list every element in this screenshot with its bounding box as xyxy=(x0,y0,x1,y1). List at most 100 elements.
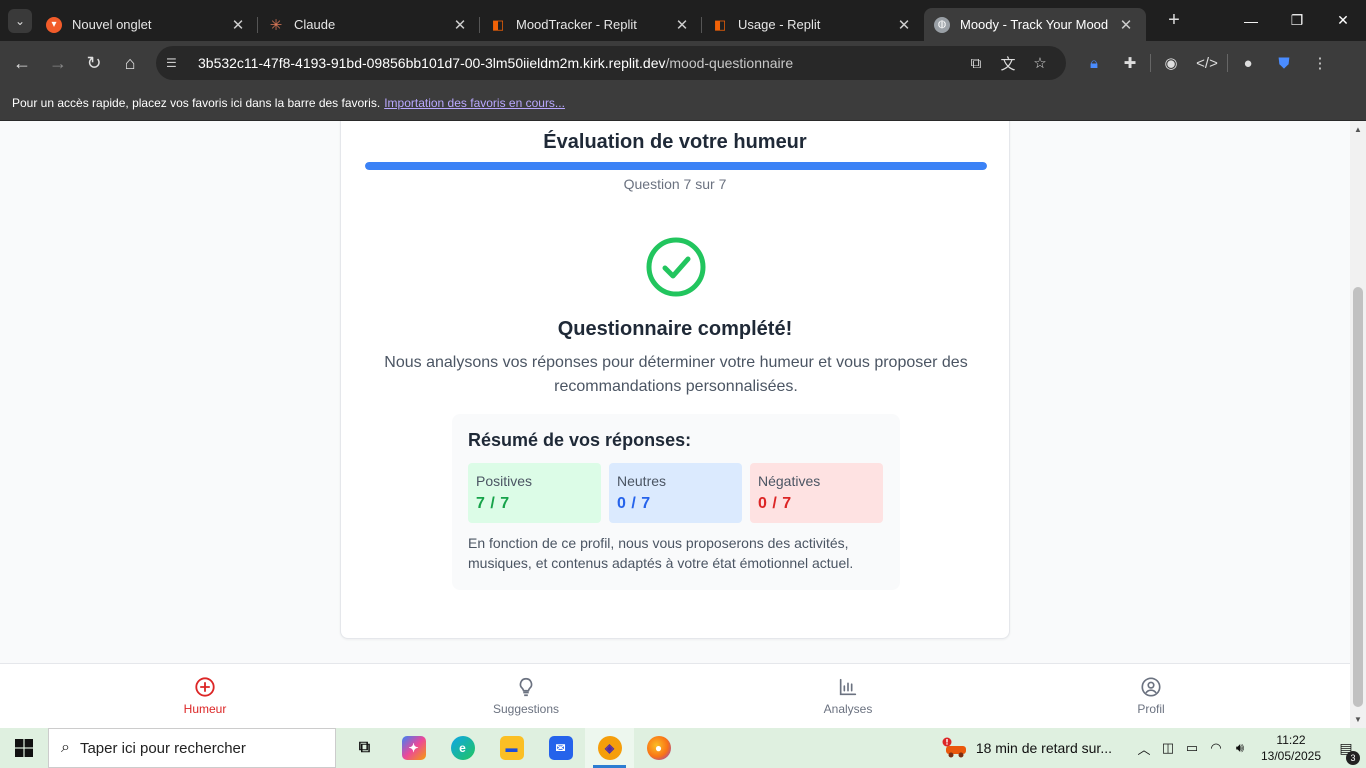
weather-widget[interactable]: 18 min de retard sur... xyxy=(942,737,1112,759)
window-controls: — ❐ ✕ xyxy=(1228,0,1366,41)
summary-panel: Résumé de vos réponses: Positives 7 / 7 … xyxy=(452,414,900,590)
volume-icon[interactable]: 🔊︎ xyxy=(1228,740,1252,756)
close-window-icon[interactable]: ✕ xyxy=(1320,0,1366,41)
new-tab-button[interactable]: + xyxy=(1160,9,1188,32)
task-view-button[interactable]: ⧉ xyxy=(340,728,389,768)
positive-value: 7 / 7 xyxy=(476,495,510,512)
url-path: /mood-questionnaire xyxy=(665,55,794,71)
bookmark-star-icon[interactable]: ☆ xyxy=(1024,54,1056,72)
folder-icon: ▬ xyxy=(499,736,524,760)
page-scrollbar[interactable]: ▲ ▼ xyxy=(1350,121,1366,728)
tab-title: Claude xyxy=(294,17,336,32)
toolbar-divider xyxy=(1150,54,1151,72)
user-circle-icon xyxy=(1141,677,1161,697)
bookmarks-import-link[interactable]: Importation des favoris en cours... xyxy=(384,96,565,110)
shield-icon[interactable]: ⛊ xyxy=(1266,55,1302,72)
tab-claude[interactable]: ✳ Claude ✕ xyxy=(258,8,480,41)
devtools-icon[interactable]: </> xyxy=(1189,55,1225,72)
search-icon: ⌕ xyxy=(61,739,70,756)
scroll-down-icon[interactable]: ▼ xyxy=(1354,715,1362,724)
windows-taskbar: ⌕ Taper ici pour rechercher ⧉ ✦ e ▬ ✉ ◈ … xyxy=(0,728,1366,768)
wifi-icon[interactable]: ◠ xyxy=(1204,740,1228,756)
firefox-app[interactable]: ● xyxy=(634,728,683,768)
url-text: 3b532c11-47f8-4193-91bd-09856bb101d7-00-… xyxy=(198,55,960,71)
scrollbar-thumb[interactable] xyxy=(1353,287,1363,707)
scroll-up-icon[interactable]: ▲ xyxy=(1354,125,1362,134)
file-explorer-app[interactable]: ▬ xyxy=(487,728,536,768)
home-icon[interactable]: ⌂ xyxy=(112,45,148,81)
tab-title: Usage - Replit xyxy=(738,17,821,32)
profile-icon[interactable]: ● xyxy=(1230,55,1266,72)
replit-icon: ◧ xyxy=(491,16,505,32)
meet-icon[interactable]: ◫ xyxy=(1156,740,1180,756)
copilot-app[interactable]: ✦ xyxy=(389,728,438,768)
reload-icon[interactable]: ↻ xyxy=(76,45,112,81)
completed-description: Nous analysons vos réponses pour détermi… xyxy=(384,354,968,395)
clock-time: 11:22 xyxy=(1276,733,1306,747)
incognito-icon[interactable]: ◉ xyxy=(1153,54,1189,72)
tab-moody[interactable]: ◍ Moody - Track Your Mood ✕ xyxy=(924,8,1146,41)
nav-item-profil[interactable]: Profil xyxy=(1071,676,1231,716)
close-icon[interactable]: ✕ xyxy=(1116,16,1136,34)
forward-arrow-icon[interactable]: → xyxy=(40,45,76,81)
password-manager-icon[interactable]: 🔒︎ xyxy=(1076,55,1112,72)
summary-stats: Positives 7 / 7 Neutres 0 / 7 Négatives … xyxy=(468,463,884,523)
tab-strip: ▾ Nouvel onglet ✕ ✳ Claude ✕ ◧ MoodTrack… xyxy=(36,0,1146,41)
weather-text: 18 min de retard sur... xyxy=(975,740,1112,756)
open-in-app-icon[interactable]: ⧉ xyxy=(960,55,992,72)
check-circle-icon xyxy=(646,237,706,297)
search-placeholder: Taper ici pour rechercher xyxy=(79,739,246,757)
page-viewport: Évaluation de votre humeur Question 7 su… xyxy=(0,121,1366,728)
nav-label: Profil xyxy=(1137,702,1165,716)
taskbar-clock[interactable]: 11:22 13/05/2025 xyxy=(1256,732,1326,764)
back-arrow-icon[interactable]: ← xyxy=(4,45,40,81)
close-icon[interactable]: ✕ xyxy=(450,16,470,34)
brave-app[interactable]: ◈ xyxy=(585,728,634,768)
close-icon[interactable]: ✕ xyxy=(894,16,914,34)
battery-icon[interactable]: ▭ xyxy=(1180,740,1204,756)
url-input[interactable]: ☰ 3b532c11-47f8-4193-91bd-09856bb101d7-0… xyxy=(156,46,1066,80)
nav-item-suggestions[interactable]: Suggestions xyxy=(446,676,606,716)
chevron-up-icon[interactable]: ︿ xyxy=(1132,739,1156,758)
nav-label: Analyses xyxy=(823,702,873,716)
summary-title: Résumé de vos réponses: xyxy=(468,430,692,450)
edge-app[interactable]: e xyxy=(438,728,487,768)
start-button[interactable] xyxy=(0,728,48,768)
tab-search-button[interactable]: ⌄ xyxy=(8,8,32,33)
nav-item-humeur[interactable]: Humeur xyxy=(125,676,285,716)
task-view-icon: ⧉ xyxy=(358,739,371,756)
browser-tab-bar: ⌄ ▾ Nouvel onglet ✕ ✳ Claude ✕ ◧ MoodTra… xyxy=(0,0,1366,41)
translate-icon[interactable]: 文 xyxy=(992,53,1024,74)
more-menu-icon[interactable]: ⋮ xyxy=(1302,54,1338,72)
minimize-icon[interactable]: — xyxy=(1228,0,1274,41)
mail-app[interactable]: ✉ xyxy=(536,728,585,768)
edge-icon: e xyxy=(450,736,475,760)
claude-icon: ✳ xyxy=(269,16,283,34)
mail-icon: ✉ xyxy=(548,736,573,760)
questionnaire-card: Évaluation de votre humeur Question 7 su… xyxy=(340,121,1010,639)
plus-circle-icon xyxy=(195,677,215,697)
tab-nouvel-onglet[interactable]: ▾ Nouvel onglet ✕ xyxy=(36,8,258,41)
tab-usage-replit[interactable]: ◧ Usage - Replit ✕ xyxy=(702,8,924,41)
nav-item-analyses[interactable]: Analyses xyxy=(768,676,928,716)
close-icon[interactable]: ✕ xyxy=(672,16,692,34)
replit-icon: ◧ xyxy=(713,16,727,32)
firefox-icon: ● xyxy=(646,736,671,760)
completed-title: Questionnaire complété! xyxy=(557,318,793,340)
neutral-value: 0 / 7 xyxy=(617,495,651,512)
notification-center-button[interactable]: ▤ 3 xyxy=(1326,740,1366,765)
tab-title: Nouvel onglet xyxy=(72,17,152,32)
taskbar-apps: ⧉ ✦ e ▬ ✉ ◈ ● xyxy=(340,728,683,768)
bottom-navigation: Humeur Suggestions Analyses Profil xyxy=(0,663,1350,728)
chevron-down-icon: ⌄ xyxy=(14,13,26,28)
extensions-icon[interactable]: ✚ xyxy=(1112,54,1148,72)
close-icon[interactable]: ✕ xyxy=(228,16,248,34)
brave-icon: ◈ xyxy=(597,736,622,760)
notification-badge: 3 xyxy=(1346,750,1360,765)
bookmarks-hint: Pour un accès rapide, placez vos favoris… xyxy=(12,95,381,110)
taskbar-search-input[interactable]: ⌕ Taper ici pour rechercher xyxy=(48,728,336,768)
site-info-icon[interactable]: ☰ xyxy=(166,56,186,70)
system-tray: 18 min de retard sur... ︿ ◫ ▭ ◠ 🔊︎ 11:22… xyxy=(942,728,1366,768)
restore-icon[interactable]: ❐ xyxy=(1274,0,1320,41)
tab-moodtracker-replit[interactable]: ◧ MoodTracker - Replit ✕ xyxy=(480,8,702,41)
